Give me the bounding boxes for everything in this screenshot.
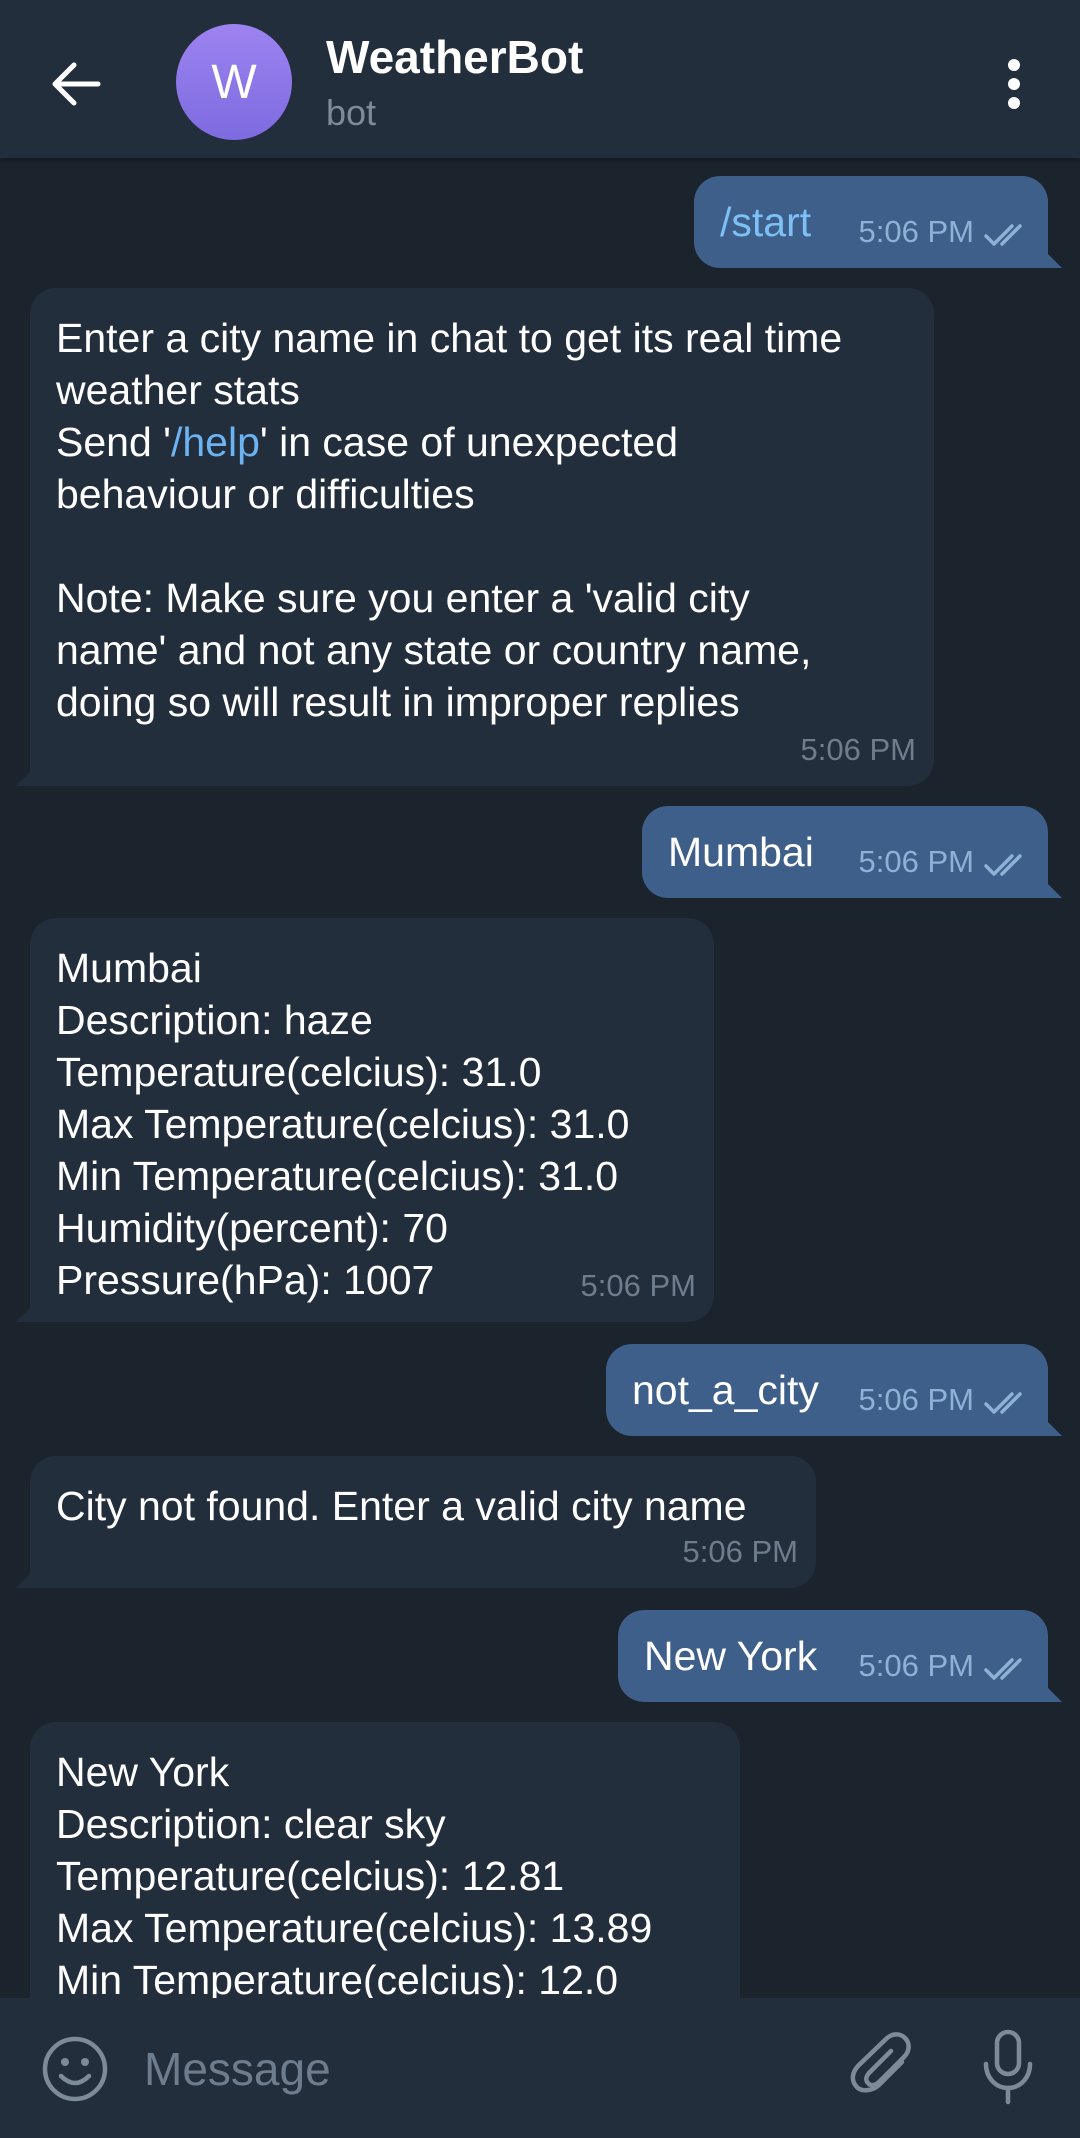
chat-header: W WeatherBot bot (0, 0, 1080, 158)
message-incoming[interactable]: Enter a city name in chat to get its rea… (16, 288, 934, 786)
message-text[interactable]: New York (644, 1630, 817, 1682)
double-check-icon (984, 854, 1022, 876)
message-outgoing[interactable]: Mumbai 5:06 PM (642, 806, 1062, 898)
chat-subtitle: bot (326, 92, 377, 133)
message-time: 5:06 PM (682, 1534, 798, 1569)
avatar-letter: W (211, 55, 257, 109)
emoji-icon[interactable] (40, 2034, 110, 2104)
double-check-icon (984, 224, 1022, 246)
microphone-icon[interactable] (978, 2028, 1038, 2108)
message-input[interactable] (144, 2038, 794, 2100)
message-text[interactable]: City not found. Enter a valid city name (56, 1480, 747, 1532)
message-composer (0, 1998, 1080, 2138)
chat-screen: W WeatherBot bot /start 5:06 PM Enter a … (0, 0, 1080, 2138)
message-time: 5:06 PM (800, 732, 916, 767)
message-time: 5:06 PM (858, 844, 974, 879)
back-button[interactable] (44, 52, 108, 116)
message-incoming[interactable]: City not found. Enter a valid city name … (16, 1456, 816, 1588)
chat-title[interactable]: WeatherBot (326, 30, 583, 84)
message-text[interactable]: Mumbai (668, 826, 814, 878)
message-incoming[interactable]: Mumbai Description: haze Temperature(cel… (16, 918, 714, 1322)
message-text[interactable]: New York Description: clear sky Temperat… (56, 1746, 652, 2006)
message-text[interactable]: not_a_city (632, 1364, 819, 1416)
message-outgoing[interactable]: New York 5:06 PM (618, 1610, 1062, 1702)
more-options-button[interactable] (990, 52, 1038, 116)
message-time: 5:06 PM (580, 1268, 696, 1303)
message-time: 5:06 PM (858, 214, 974, 249)
message-text[interactable]: Mumbai Description: haze Temperature(cel… (56, 942, 629, 1306)
message-text[interactable]: /start (720, 196, 811, 248)
message-time: 5:06 PM (858, 1382, 974, 1417)
message-outgoing[interactable]: not_a_city 5:06 PM (606, 1344, 1062, 1436)
arrow-left-icon (52, 62, 101, 106)
avatar[interactable]: W (176, 24, 292, 140)
double-check-icon (984, 1658, 1022, 1680)
paperclip-icon[interactable] (850, 2032, 916, 2104)
message-time: 5:06 PM (858, 1648, 974, 1683)
more-vertical-icon (1008, 59, 1020, 109)
double-check-icon (984, 1392, 1022, 1414)
message-text[interactable]: Enter a city name in chat to get its rea… (56, 312, 842, 728)
message-outgoing[interactable]: /start 5:06 PM (694, 176, 1062, 268)
help-command-link[interactable]: /help (171, 419, 260, 465)
